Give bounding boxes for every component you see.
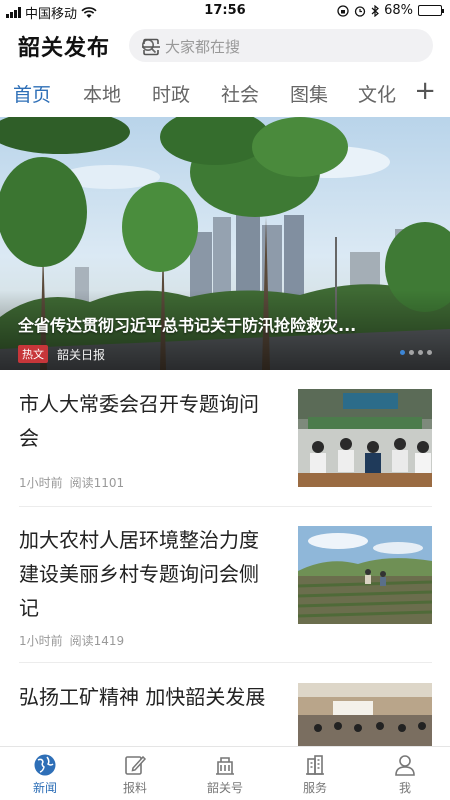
- carousel-dot[interactable]: [427, 350, 432, 355]
- hero-banner[interactable]: 全省传达贯彻习近平总书记关于防汛抢险救灾... 热文 韶关日报: [0, 117, 450, 370]
- news-item[interactable]: 弘扬工矿精神 加快韶关发展: [0, 663, 450, 746]
- news-reads: 阅读1419: [69, 634, 125, 648]
- nav-label: 我: [398, 781, 411, 795]
- tab-politics[interactable]: 时政: [152, 80, 190, 107]
- tab-gallery[interactable]: 图集: [290, 80, 328, 107]
- conference-photo: [298, 683, 432, 746]
- hot-badge: 热文: [18, 345, 48, 363]
- news-title[interactable]: 市人大常委会召开专题询问会: [19, 387, 277, 455]
- nav-label: 新闻: [32, 781, 57, 795]
- rural-field-photo: [298, 526, 432, 624]
- nav-shaoguan-account[interactable]: 韶关号: [195, 753, 255, 796]
- hero-meta: 热文 韶关日报: [18, 345, 105, 363]
- meeting-photo: [298, 389, 432, 487]
- app-title: 韶关发布: [18, 36, 111, 61]
- carousel-dot[interactable]: [400, 350, 405, 355]
- news-item[interactable]: 加大农村人居环境整治力度建设美丽乡村专题询问会侧记 1小时前 阅读1419: [0, 507, 450, 662]
- news-reads: 阅读1101: [69, 476, 125, 490]
- tab-culture[interactable]: 文化: [358, 80, 396, 107]
- bluetooth-icon: [371, 4, 380, 17]
- nav-label: 韶关号: [206, 781, 243, 795]
- carousel-dot[interactable]: [418, 350, 423, 355]
- globe-icon: [34, 754, 56, 776]
- nav-news[interactable]: 新闻: [15, 753, 75, 796]
- tab-home[interactable]: 首页: [13, 80, 51, 107]
- nav-report[interactable]: 报料: [105, 753, 165, 796]
- news-thumbnail[interactable]: [298, 389, 432, 487]
- search-placeholder: 大家都在搜: [165, 38, 241, 56]
- search-bar[interactable]: 大家都在搜: [129, 29, 433, 62]
- news-title[interactable]: 弘扬工矿精神 加快韶关发展: [19, 680, 289, 714]
- news-item[interactable]: 市人大常委会召开专题询问会 1小时前 阅读1101: [0, 370, 450, 506]
- edit-icon: [125, 755, 147, 775]
- carousel-dots: [400, 350, 432, 355]
- nav-me[interactable]: 我: [375, 753, 435, 796]
- status-right: 68%: [337, 3, 444, 18]
- news-time: 1小时前: [19, 476, 63, 490]
- hero-title[interactable]: 全省传达贯彻习近平总书记关于防汛抢险救灾...: [18, 312, 438, 336]
- nav-label: 报料: [122, 781, 147, 795]
- nav-label: 服务: [302, 781, 327, 795]
- scan-icon[interactable]: [141, 38, 161, 56]
- user-icon: [395, 755, 415, 776]
- tab-local[interactable]: 本地: [83, 80, 121, 107]
- city-icon: [306, 755, 324, 775]
- bottom-nav: 新闻 报料 韶关号 服务 我: [0, 746, 450, 800]
- news-meta: 1小时前 阅读1419: [19, 632, 124, 649]
- news-time: 1小时前: [19, 634, 63, 648]
- add-channel-button[interactable]: +: [408, 76, 436, 106]
- carousel-dot[interactable]: [409, 350, 414, 355]
- battery-icon: [418, 5, 444, 16]
- news-meta: 1小时前 阅读1101: [19, 474, 124, 491]
- news-title[interactable]: 加大农村人居环境整治力度建设美丽乡村专题询问会侧记: [19, 523, 277, 625]
- alarm-icon: [354, 5, 366, 17]
- battery-percent: 68%: [384, 3, 413, 18]
- channel-tabs: 首页 本地 时政 社会 图集 文化 +: [0, 72, 450, 116]
- building-icon: [216, 757, 234, 775]
- rotation-lock-icon: [337, 4, 349, 17]
- news-thumbnail[interactable]: [298, 683, 432, 746]
- news-thumbnail[interactable]: [298, 526, 432, 624]
- app-header: 韶关发布 大家都在搜: [0, 22, 450, 68]
- nav-services[interactable]: 服务: [285, 753, 345, 796]
- hero-source: 韶关日报: [57, 347, 106, 362]
- status-bar: 中国移动 17:56 68%: [0, 0, 450, 22]
- tab-society[interactable]: 社会: [221, 80, 259, 107]
